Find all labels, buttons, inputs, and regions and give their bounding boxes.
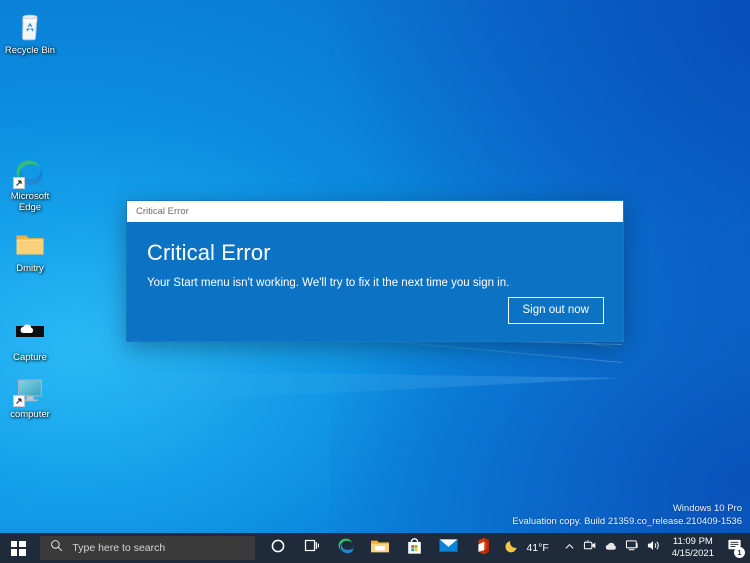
dialog-body: Critical Error Your Start menu isn't wor… [126, 222, 624, 342]
sign-out-now-button[interactable]: Sign out now [507, 297, 604, 324]
desktop-icon-label: Recycle Bin [4, 45, 56, 56]
volume-icon [646, 539, 661, 557]
clock[interactable]: 11:09 PM 4/15/2021 [664, 533, 722, 563]
network-icon [625, 539, 640, 557]
dialog-actions: Sign out now [507, 297, 604, 324]
mail-button[interactable] [431, 533, 465, 563]
desktop-icon-label: Capture [13, 352, 47, 363]
onedrive-button[interactable] [601, 533, 622, 563]
office-icon [475, 537, 490, 560]
clock-date: 4/15/2021 [671, 548, 714, 559]
chevron-up-icon [564, 539, 575, 557]
folder-icon [14, 228, 46, 260]
moon-icon [505, 538, 520, 558]
microsoft-edge-icon [337, 536, 356, 560]
office-button[interactable] [465, 533, 499, 563]
computer-icon [13, 374, 46, 407]
desktop-icon-recycle-bin[interactable]: Recycle Bin [2, 10, 58, 56]
system-tray: 41°F 11:09 PM 4/15/2021 1 [499, 533, 750, 563]
cortana-button[interactable] [261, 533, 295, 563]
show-hidden-icons-button[interactable] [559, 533, 580, 563]
weather-widget[interactable]: 41°F [499, 533, 558, 563]
microsoft-store-button[interactable] [397, 533, 431, 563]
weather-temperature: 41°F [526, 542, 549, 554]
desktop-icon-label: Dmitry [16, 263, 44, 274]
shortcut-arrow-icon [13, 395, 25, 407]
dialog-titlebar[interactable]: Critical Error [126, 200, 624, 222]
mail-icon [439, 538, 458, 558]
notification-badge: 1 [734, 547, 745, 558]
action-center-button[interactable]: 1 [722, 533, 748, 563]
onedrive-cloud-icon [604, 539, 619, 557]
search-input[interactable]: Type here to search [40, 536, 256, 560]
microsoft-edge-icon [13, 156, 46, 189]
desktop-icon-microsoft-edge[interactable]: Microsoft Edge [2, 156, 58, 213]
dialog-message: Your Start menu isn't working. We'll try… [147, 277, 510, 289]
search-icon [50, 539, 63, 557]
capture-icon [14, 317, 46, 349]
recycle-bin-icon [14, 10, 46, 42]
desktop-icon-label: computer [10, 409, 50, 420]
volume-button[interactable] [643, 533, 664, 563]
desktop-icon-dmitry[interactable]: Dmitry [2, 228, 58, 274]
desktop-icon-capture[interactable]: Capture [2, 317, 58, 363]
desktop-screen: Recycle Bin Microsoft Edge Dmitry Captur… [0, 0, 750, 563]
dialog-titlebar-text: Critical Error [136, 206, 189, 217]
taskbar: Type here to search 41°F 11:09 PM 4/15/2… [0, 533, 750, 563]
meet-now-icon [583, 539, 597, 557]
microsoft-store-icon [406, 537, 423, 560]
desktop-icon-label: Microsoft Edge [10, 191, 50, 213]
watermark-edition: Windows 10 Pro [672, 503, 742, 514]
watermark-build: Evaluation copy. Build 21359.co_release.… [512, 516, 742, 527]
network-button[interactable] [622, 533, 643, 563]
windows-activation-watermark: Windows 10 Pro Evaluation copy. Build 21… [512, 502, 742, 528]
file-explorer-button[interactable] [363, 533, 397, 563]
file-explorer-icon [370, 537, 390, 560]
dialog-heading: Critical Error [147, 240, 271, 265]
clock-time: 11:09 PM [672, 536, 713, 547]
desktop-icon-computer[interactable]: computer [2, 374, 58, 420]
taskbar-buttons [261, 533, 499, 563]
microsoft-edge-button[interactable] [329, 533, 363, 563]
windows-logo-icon [10, 540, 26, 556]
critical-error-dialog[interactable]: Critical Error Critical Error Your Start… [126, 200, 624, 342]
search-placeholder-text: Type here to search [72, 542, 166, 554]
start-button[interactable] [0, 533, 36, 563]
shortcut-arrow-icon [13, 177, 25, 189]
task-view-icon [303, 538, 321, 558]
meet-now-button[interactable] [580, 533, 601, 563]
task-view-button[interactable] [295, 533, 329, 563]
cortana-icon [270, 538, 286, 559]
